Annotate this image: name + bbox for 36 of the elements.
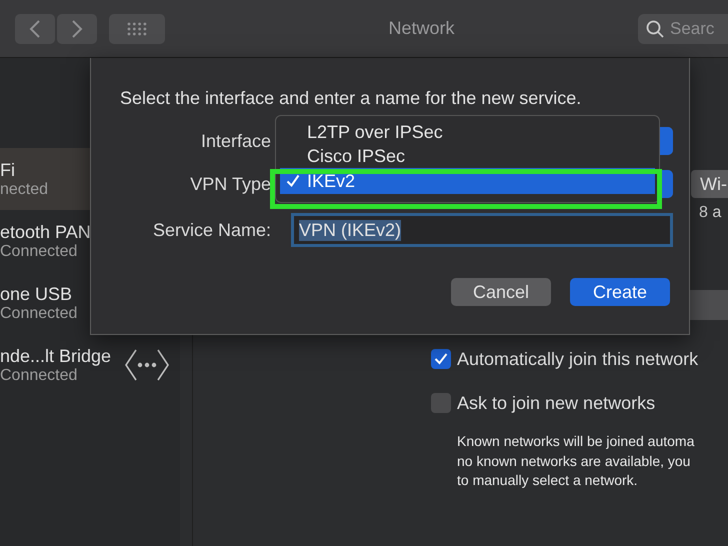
search-field[interactable]: Searc <box>638 14 728 44</box>
checkbox-label: Automatically join this network <box>457 348 698 370</box>
service-status: Connected <box>0 242 78 260</box>
back-button[interactable] <box>15 14 55 44</box>
field-label: VPN Type <box>189 174 271 194</box>
menu-item[interactable]: Cisco IPSec <box>280 144 655 168</box>
forward-button[interactable] <box>57 14 97 44</box>
service-name: one USB <box>0 284 72 304</box>
service-name: Fi <box>0 160 15 180</box>
search-icon <box>646 20 664 38</box>
menu-item[interactable]: L2TP over IPSec <box>280 120 655 144</box>
chevron-left-icon <box>29 20 41 38</box>
service-status: nected <box>0 180 48 198</box>
help-text: Known networks will be joined automa no known networks are available, you to manually select a network. <box>457 432 696 490</box>
bridge-icon <box>124 348 170 382</box>
show-all-button[interactable] <box>109 14 165 44</box>
service-name: etooth PAN <box>0 222 91 242</box>
field-label: Service Name: <box>152 220 271 240</box>
checkbox[interactable] <box>431 393 451 413</box>
grid-icon <box>126 20 148 36</box>
create-button[interactable]: Create <box>570 278 670 306</box>
service-item[interactable]: nde...lt Bridge Connected <box>0 334 180 396</box>
checkbox-label: Ask to join new networks <box>457 392 656 414</box>
service-status: Connected <box>0 366 78 384</box>
window-title: Network <box>387 18 456 39</box>
cancel-button[interactable]: Cancel <box>451 278 551 306</box>
field-label: Interface <box>200 130 271 152</box>
network-name-popup[interactable]: Wi- <box>691 170 728 198</box>
checkmark-icon <box>286 174 300 188</box>
service-name: nde...lt Bridge <box>0 346 112 366</box>
service-status: Connected <box>0 304 78 322</box>
status-text: 8 a <box>699 204 722 222</box>
service-name-field[interactable]: VPN (IKEv2) <box>291 213 673 247</box>
dialog-instruction: Select the interface and enter a name for the new service. <box>120 88 582 109</box>
chevron-right-icon <box>71 20 83 38</box>
checkbox[interactable] <box>431 349 451 369</box>
